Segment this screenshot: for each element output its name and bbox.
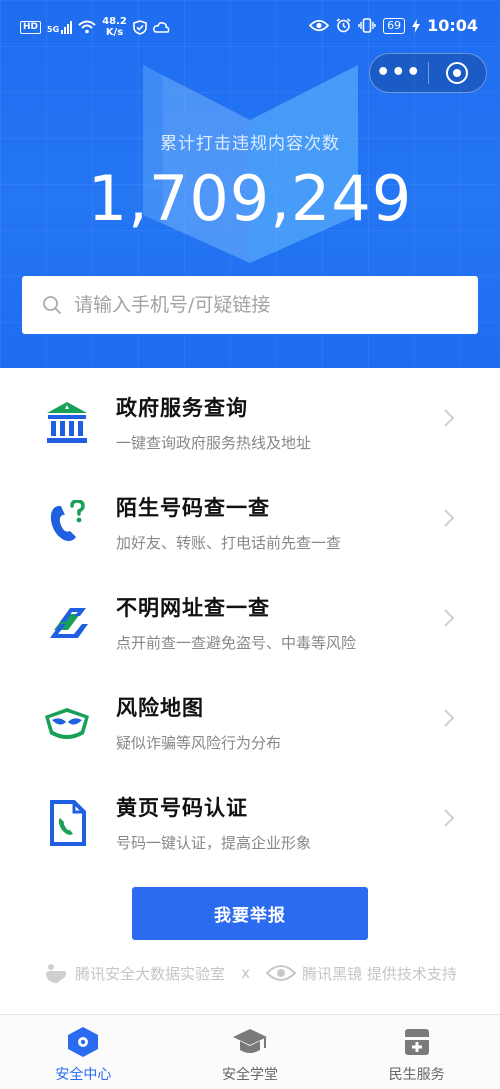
service-item-yellow-pages[interactable]: 黄页号码认证 号码一键认证，提高企业形象	[0, 768, 500, 868]
heijing-eye-logo-icon	[266, 965, 297, 981]
phone-question-icon	[50, 500, 85, 541]
hd-badge: HD	[20, 20, 42, 34]
bottom-tab-bar: 安全中心 安全学堂 民生服务	[0, 1014, 500, 1089]
stat-label: 累计打击违规内容次数	[160, 134, 340, 154]
credits-partner-text: 腾讯黑镜 提供技术支持	[302, 964, 457, 983]
miniprogram-capsule: •••	[369, 53, 487, 93]
service-desc: 号码一键认证，提高企业形象	[116, 834, 312, 852]
mask-icon	[45, 708, 89, 739]
service-item-unknown-url[interactable]: 不明网址查一查 点开前查一查避免盗号、中毒等风险	[0, 568, 500, 668]
network-speed: 48.2 K/s	[102, 16, 127, 38]
service-desc: 一键查询政府服务热线及地址	[116, 434, 312, 452]
credits-separator: x	[241, 964, 251, 982]
search-icon	[43, 296, 62, 315]
tab-public-services[interactable]: 民生服务	[333, 1015, 500, 1089]
service-item-government[interactable]: 政府服务查询 一键查询政府服务热线及地址	[0, 368, 500, 468]
service-title: 风险地图	[116, 696, 204, 720]
graduation-cap-icon	[233, 1029, 267, 1053]
credits: 腾讯安全大数据实验室 x 腾讯黑镜 提供技术支持	[0, 960, 500, 986]
more-button[interactable]: •••	[370, 54, 428, 92]
search-bar[interactable]	[22, 276, 478, 334]
tab-label: 安全中心	[55, 1067, 112, 1083]
search-input[interactable]	[74, 294, 454, 316]
yellow-pages-phone-icon	[50, 800, 86, 846]
vibrate-icon	[358, 18, 376, 33]
chevron-right-icon	[444, 809, 455, 827]
tab-security-center[interactable]: 安全中心	[0, 1015, 167, 1089]
report-button[interactable]: 我要举报	[132, 887, 368, 940]
cloud-icon	[152, 21, 170, 33]
target-circle-icon	[446, 62, 469, 84]
service-desc: 疑似诈骗等风险行为分布	[116, 734, 282, 752]
government-building-icon	[47, 402, 87, 443]
chevron-right-icon	[444, 409, 455, 427]
service-title: 黄页号码认证	[116, 796, 248, 820]
alarm-icon	[336, 18, 351, 33]
battery-indicator: 69	[383, 17, 406, 34]
hero-banner: HD 5G 48.2 K/s 69 10:04 ••• 累计打击违规内容次数 1…	[0, 0, 500, 368]
stat-counter: 1,709,249	[87, 162, 413, 235]
tab-label: 民生服务	[388, 1067, 445, 1083]
chevron-right-icon	[444, 609, 455, 627]
clock: 10:04	[427, 16, 478, 35]
wifi-icon	[78, 20, 96, 34]
chevron-right-icon	[444, 509, 455, 527]
credits-lab-text: 腾讯安全大数据实验室	[75, 964, 226, 983]
shield-eye-icon	[68, 1027, 99, 1057]
service-desc: 加好友、转账、打电话前先查一查	[116, 534, 342, 552]
tab-security-school[interactable]: 安全学堂	[167, 1015, 334, 1089]
charging-icon	[412, 18, 421, 33]
service-item-unknown-number[interactable]: 陌生号码查一查 加好友、转账、打电话前先查一查	[0, 468, 500, 568]
chevron-right-icon	[444, 709, 455, 727]
service-item-risk-map[interactable]: 风险地图 疑似诈骗等风险行为分布	[0, 668, 500, 768]
service-desc: 点开前查一查避免盗号、中毒等风险	[116, 634, 357, 652]
status-bar: HD 5G 48.2 K/s 69 10:04	[0, 0, 500, 56]
medical-kit-icon	[404, 1029, 429, 1055]
close-miniprogram-button[interactable]	[429, 54, 487, 92]
shield-check-icon	[133, 19, 147, 35]
more-dots-icon: •••	[376, 60, 422, 85]
tab-label: 安全学堂	[222, 1067, 278, 1083]
eye-icon	[309, 19, 330, 32]
signal-icon: 5G	[47, 20, 73, 34]
service-title: 陌生号码查一查	[116, 496, 270, 520]
service-title: 不明网址查一查	[116, 596, 270, 620]
link-icon	[50, 608, 88, 638]
service-title: 政府服务查询	[116, 396, 248, 420]
tencent-lab-logo-icon	[46, 964, 67, 983]
